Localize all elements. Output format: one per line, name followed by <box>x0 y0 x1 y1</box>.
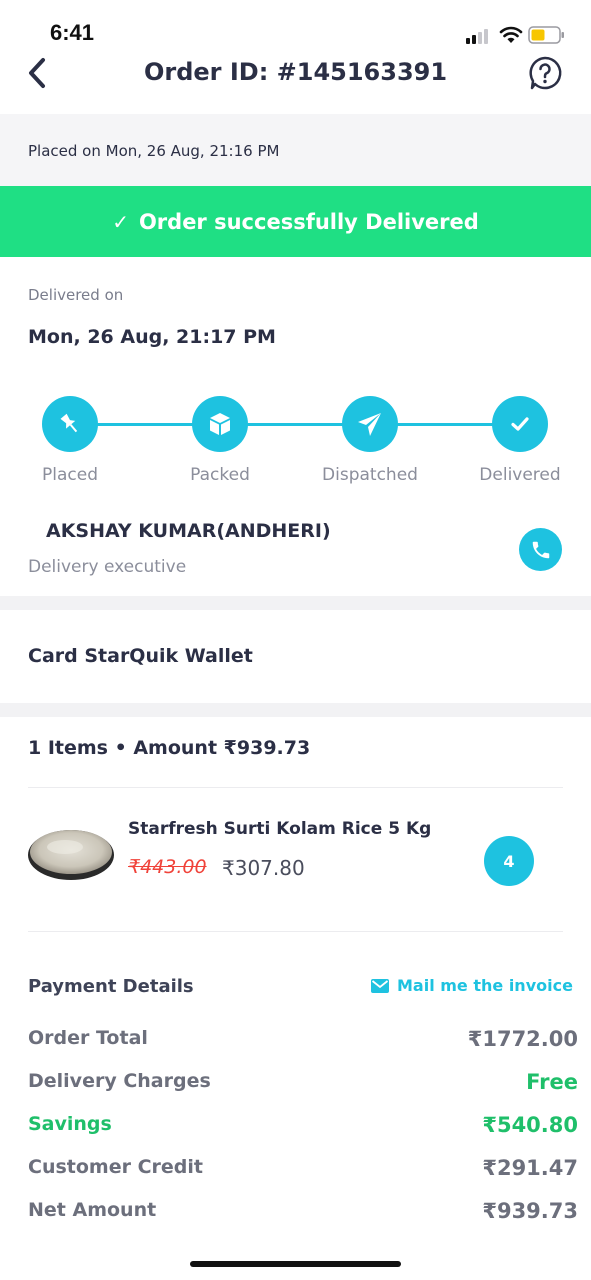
delivered-on-label: Delivered on <box>28 286 124 304</box>
check-icon <box>492 396 548 452</box>
placed-date: Placed on Mon, 26 Aug, 21:16 PM <box>28 142 280 160</box>
row-value: ₹939.73 <box>482 1199 578 1223</box>
wifi-icon <box>499 26 523 43</box>
row-label: Order Total <box>28 1027 148 1049</box>
mail-invoice-label: Mail me the invoice <box>397 976 573 995</box>
mail-invoice-button[interactable]: Mail me the invoice <box>371 976 573 995</box>
row-value: Free <box>526 1070 578 1094</box>
row-value: ₹1772.00 <box>467 1027 578 1051</box>
step-label: Delivered <box>479 465 561 485</box>
page-title: Order ID: #145163391 <box>143 58 448 86</box>
step-label: Dispatched <box>322 465 418 485</box>
items-summary: 1 Items • Amount ₹939.73 <box>28 737 311 759</box>
section-divider <box>0 703 591 717</box>
paper-plane-icon <box>342 396 398 452</box>
call-button[interactable] <box>519 528 562 571</box>
product-name: Starfresh Surti Kolam Rice 5 Kg <box>128 819 432 839</box>
home-indicator[interactable] <box>190 1261 401 1267</box>
divider <box>28 931 563 932</box>
order-total-row: Order Total ₹1772.00 <box>28 1027 578 1051</box>
payment-details-title: Payment Details <box>28 976 194 997</box>
row-label: Customer Credit <box>28 1156 203 1178</box>
delivery-status-banner: ✓ Order successfully Delivered <box>0 186 591 257</box>
savings-row: Savings ₹540.80 <box>28 1113 578 1137</box>
step-label: Packed <box>190 465 250 485</box>
step-label: Placed <box>42 465 98 485</box>
phone-icon <box>532 541 549 558</box>
mail-icon <box>371 978 389 993</box>
delivery-executive-name: AKSHAY KUMAR(ANDHERI) <box>46 520 331 542</box>
quantity-badge: 4 <box>484 836 534 886</box>
pin-icon <box>42 396 98 452</box>
box-icon <box>192 396 248 452</box>
delivered-on-date: Mon, 26 Aug, 21:17 PM <box>28 326 276 348</box>
placed-bar: Placed on Mon, 26 Aug, 21:16 PM <box>0 114 591 186</box>
customer-credit-row: Customer Credit ₹291.47 <box>28 1156 578 1180</box>
product-price: ₹307.80 <box>222 856 305 880</box>
row-label: Net Amount <box>28 1199 157 1221</box>
net-amount-row: Net Amount ₹939.73 <box>28 1199 578 1223</box>
header: Order ID: #145163391 <box>0 56 591 114</box>
signal-icon <box>466 28 492 44</box>
check-icon: ✓ <box>112 209 129 234</box>
help-icon[interactable] <box>527 55 563 91</box>
delivery-executive-role: Delivery executive <box>28 557 187 577</box>
order-progress-tracker: Placed Packed Dispatched Delivered <box>0 396 591 496</box>
divider <box>28 787 563 788</box>
row-value: ₹291.47 <box>482 1156 578 1180</box>
delivery-charges-row: Delivery Charges Free <box>28 1070 578 1094</box>
delivery-status-text: Order successfully Delivered <box>138 209 479 234</box>
product-original-price: ₹443.00 <box>128 856 207 878</box>
step-placed: Placed <box>10 396 130 485</box>
step-delivered: Delivered <box>460 396 580 485</box>
payment-method: Card StarQuik Wallet <box>28 645 253 667</box>
row-label: Savings <box>28 1113 112 1135</box>
product-image <box>28 830 114 880</box>
progress-line <box>70 423 520 426</box>
battery-icon <box>528 26 564 44</box>
step-packed: Packed <box>160 396 280 485</box>
section-divider <box>0 596 591 610</box>
row-label: Delivery Charges <box>28 1070 211 1092</box>
row-value: ₹540.80 <box>482 1113 578 1137</box>
step-dispatched: Dispatched <box>310 396 430 485</box>
status-bar: 6:41 <box>0 0 591 56</box>
status-time: 6:41 <box>50 20 95 45</box>
